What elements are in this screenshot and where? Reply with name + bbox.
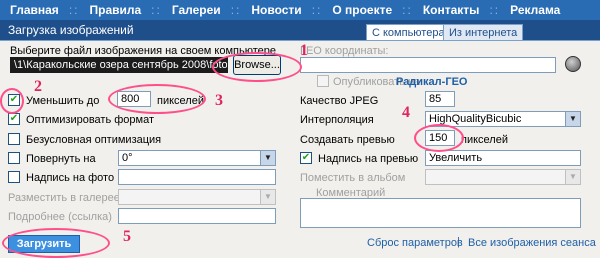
- lossless-label: Безусловная оптимизация: [26, 134, 162, 146]
- nav-separator: ::: [311, 3, 323, 17]
- nav-separator: ::: [402, 3, 413, 17]
- geo-input[interactable]: [300, 57, 556, 73]
- nav-separator: ::: [230, 3, 242, 17]
- optimize-checkbox[interactable]: ✔: [8, 113, 20, 125]
- chevron-down-icon[interactable]: ▼: [260, 190, 275, 204]
- lossless-checkbox[interactable]: [8, 133, 20, 145]
- nav-separator: ::: [489, 3, 501, 17]
- preview-unit: пикселей: [461, 134, 508, 146]
- interpolation-label: Интерполяция: [300, 114, 374, 126]
- rotate-select-value: 0°: [122, 152, 133, 164]
- page-title: Загрузка изображений: [8, 23, 134, 37]
- caption-checkbox[interactable]: [8, 171, 20, 183]
- nav-news[interactable]: Новости: [241, 3, 311, 17]
- nav-about[interactable]: О проекте: [322, 3, 402, 17]
- album-label: Поместить в альбом: [300, 172, 406, 184]
- details-label: Подробнее (ссылка): [8, 211, 112, 223]
- nav-rules[interactable]: Правила: [79, 3, 151, 17]
- annotation-oval-reduce-size: [108, 84, 206, 114]
- reset-link[interactable]: Сброс параметров: [367, 237, 463, 249]
- jpeg-quality-label: Качество JPEG: [300, 95, 379, 107]
- nav-galleries[interactable]: Галереи: [162, 3, 231, 17]
- publish-checkbox[interactable]: [317, 75, 329, 87]
- preview-caption-input[interactable]: Увеличить: [425, 150, 581, 166]
- gallery-select[interactable]: ▼: [118, 189, 276, 205]
- optimize-label: Оптимизировать формат: [26, 114, 155, 126]
- annotation-number: 2: [34, 78, 42, 95]
- caption-label: Надпись на фото: [26, 172, 115, 184]
- tab-from-internet[interactable]: Из интернета: [443, 24, 524, 41]
- annotation-number: 1: [300, 42, 308, 59]
- annotation-oval-browse: [212, 52, 302, 82]
- globe-icon[interactable]: [565, 56, 581, 72]
- nav-separator: ::: [68, 3, 80, 17]
- gallery-label: Разместить в галерее: [8, 192, 120, 204]
- rotate-checkbox[interactable]: [8, 152, 20, 164]
- annotation-oval-checkbox: [0, 88, 24, 114]
- comment-textarea[interactable]: [300, 198, 581, 228]
- album-select[interactable]: ▼: [425, 169, 581, 185]
- preview-caption-label: Надпись на превью: [318, 153, 419, 165]
- file-path-input[interactable]: \1\Каракольские озера сентябрь 2008\foto…: [10, 57, 228, 73]
- reduce-label: Уменьшить до: [26, 95, 100, 107]
- rotate-label: Повернуть на: [26, 153, 96, 165]
- nav-contacts[interactable]: Контакты: [413, 3, 490, 17]
- top-navigation: Главная :: Правила :: Галереи :: Новости…: [0, 0, 600, 20]
- preview-label: Создавать превью: [300, 134, 395, 146]
- nav-separator: ::: [151, 3, 162, 17]
- jpeg-quality-input[interactable]: 85: [425, 91, 455, 107]
- nav-home[interactable]: Главная: [0, 3, 69, 17]
- radikal-geo-link[interactable]: Радикал-ГЕО: [396, 76, 467, 88]
- check-icon: ✔: [301, 152, 311, 163]
- details-input[interactable]: [118, 208, 276, 224]
- all-images-link[interactable]: Все изображения сеанса: [468, 237, 596, 249]
- annotation-number: 5: [123, 228, 131, 245]
- annotation-number: 4: [402, 104, 410, 121]
- geo-label: ГЕО координаты:: [300, 45, 389, 57]
- link-separator: |: [457, 236, 460, 248]
- annotation-number: 3: [215, 92, 223, 109]
- annotation-oval-preview-size: [414, 124, 464, 152]
- preview-caption-checkbox[interactable]: ✔: [300, 152, 312, 164]
- caption-input[interactable]: [118, 169, 276, 185]
- annotation-oval-upload: [2, 228, 110, 258]
- check-icon: ✔: [9, 113, 19, 124]
- chevron-down-icon[interactable]: ▼: [565, 112, 580, 126]
- nav-ads[interactable]: Реклама: [500, 3, 570, 17]
- rotate-select[interactable]: 0° ▼: [118, 150, 276, 166]
- tab-from-computer[interactable]: С компьютера: [366, 24, 451, 41]
- chevron-down-icon[interactable]: ▼: [260, 151, 275, 165]
- chevron-down-icon[interactable]: ▼: [565, 170, 580, 184]
